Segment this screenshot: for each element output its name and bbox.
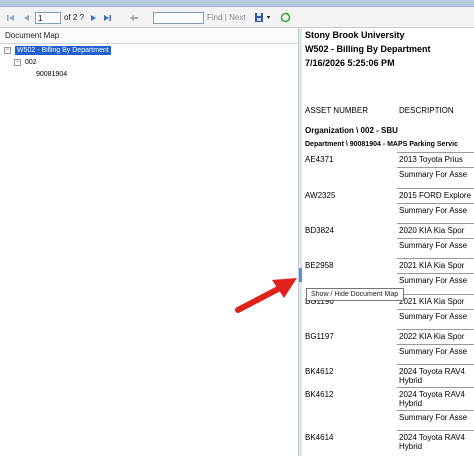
asset-description-line2: Hybrid	[399, 376, 423, 385]
tree-node-90081904-label[interactable]: 90081904	[36, 70, 67, 79]
next-page-icon	[87, 12, 99, 24]
asset-description: 2021 KIA Kia Spor	[399, 297, 465, 306]
tree-node-root-label[interactable]: W502 - Billing By Department	[15, 46, 111, 55]
row-divider	[397, 152, 474, 153]
asset-number: AE4371	[305, 155, 334, 164]
next-link[interactable]: Next	[229, 13, 245, 22]
asset-description: 2020 KIA Kia Spor	[399, 226, 465, 235]
first-page-button[interactable]	[5, 7, 17, 28]
asset-number: BG1197	[305, 332, 334, 341]
row-divider	[397, 258, 474, 259]
asset-number: BE2958	[305, 261, 334, 270]
asset-description: 2015 FORD Explore	[399, 191, 472, 200]
row-divider	[397, 188, 474, 189]
refresh-button[interactable]	[279, 7, 291, 28]
refresh-icon	[279, 12, 291, 24]
row-divider	[397, 430, 474, 431]
asset-description: 2024 Toyota RAV4	[399, 433, 465, 442]
row-divider	[397, 329, 474, 330]
collapse-icon[interactable]: −	[4, 47, 11, 54]
tree-node-root[interactable]: − W502 - Billing By Department	[4, 46, 111, 55]
asset-summary: Summary For Asse	[399, 206, 468, 215]
document-map-pane: Document Map − W502 - Billing By Departm…	[0, 28, 299, 456]
export-button[interactable]: ▾	[254, 7, 270, 28]
tree-node-90081904[interactable]: 90081904	[36, 70, 67, 79]
asset-number: BK4612	[305, 367, 334, 376]
row-divider	[397, 223, 474, 224]
dropdown-arrow-icon: ▾	[267, 15, 271, 21]
row-divider	[397, 273, 474, 274]
asset-summary: Summary For Asse	[399, 276, 468, 285]
collapse-icon[interactable]: −	[14, 59, 21, 66]
next-page-button[interactable]	[87, 7, 99, 28]
tree-node-002[interactable]: − 002	[14, 58, 37, 67]
asset-summary: Summary For Asse	[399, 170, 468, 179]
asset-summary: Summary For Asse	[399, 347, 468, 356]
page-total-label: of 2 ?	[64, 13, 85, 22]
asset-description-line2: Hybrid	[399, 399, 423, 408]
row-divider	[397, 364, 474, 365]
export-icon	[254, 12, 266, 24]
last-page-icon	[101, 12, 113, 24]
report-university: Stony Brook University	[305, 30, 405, 40]
find-input[interactable]	[153, 12, 204, 24]
toggle-document-map-tooltip: Show / Hide Document Map	[306, 288, 404, 301]
asset-summary: Summary For Asse	[399, 312, 468, 321]
report-toolbar: of 2 ? Find | Next ▾	[0, 7, 474, 28]
row-divider	[397, 344, 474, 345]
report-timestamp: 7/16/2026 5:25:06 PM	[305, 58, 395, 68]
column-header-description: DESCRIPTION	[399, 106, 454, 115]
previous-page-button[interactable]	[21, 7, 33, 28]
row-divider	[397, 294, 474, 295]
row-divider	[397, 387, 474, 388]
back-icon	[128, 12, 140, 24]
find-link[interactable]: Find	[207, 13, 223, 22]
asset-summary: Summary For Asse	[399, 241, 468, 250]
asset-description: 2021 KIA Kia Spor	[399, 261, 465, 270]
last-page-button[interactable]	[101, 7, 113, 28]
asset-number: BD3824	[305, 226, 334, 235]
row-divider	[397, 309, 474, 310]
row-divider	[397, 238, 474, 239]
row-divider	[397, 167, 474, 168]
report-viewer: Stony Brook University W502 - Billing By…	[302, 28, 474, 456]
asset-description: 2024 Toyota RAV4	[399, 367, 465, 376]
tree-node-002-label[interactable]: 002	[25, 58, 37, 67]
page-number-input[interactable]	[35, 12, 61, 24]
asset-number: BK4614	[305, 433, 334, 442]
department-group: Department \ 90081904 - MAPS Parking Ser…	[305, 141, 458, 148]
report-title: W502 - Billing By Department	[305, 44, 431, 54]
document-map-header: Document Map	[0, 28, 298, 44]
asset-description: 2013 Toyota Prius	[399, 155, 463, 164]
previous-page-icon	[21, 12, 33, 24]
asset-description-line2: Hybrid	[399, 442, 423, 451]
find-next-links: Find | Next	[207, 13, 246, 22]
organization-group: Organization \ 002 - SBU	[305, 126, 398, 135]
asset-number: BK4612	[305, 390, 334, 399]
back-to-parent-button[interactable]	[128, 7, 140, 28]
asset-summary: Summary For Asse	[399, 413, 468, 422]
asset-description: 2024 Toyota RAV4	[399, 390, 465, 399]
column-header-asset-number: ASSET NUMBER	[305, 106, 368, 115]
red-arrow-annotation	[235, 278, 297, 313]
asset-description: 2022 KIA Kia Spor	[399, 332, 465, 341]
first-page-icon	[5, 12, 17, 24]
asset-number: AW2325	[305, 191, 336, 200]
top-strip	[0, 0, 474, 7]
row-divider	[397, 410, 474, 411]
row-divider	[397, 203, 474, 204]
